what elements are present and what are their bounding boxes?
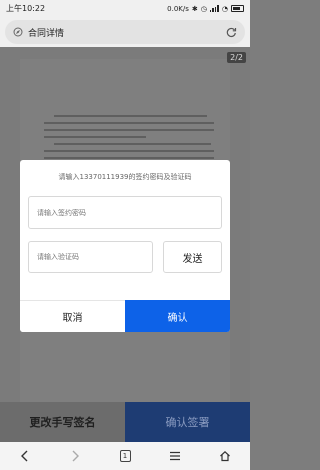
back-arrow-icon (21, 450, 28, 462)
dialog-footer: 取消 确认 (20, 300, 230, 332)
menu-button[interactable] (160, 445, 190, 467)
sign-password-field[interactable]: 请输入签约密码 (28, 196, 222, 229)
compass-icon (13, 27, 23, 37)
confirm-button[interactable]: 确认 (125, 300, 230, 332)
change-signature-button[interactable]: 更改手写签名 (0, 402, 125, 442)
sign-action-bar: 更改手写签名 确认签署 (0, 402, 250, 442)
confirm-sign-button[interactable]: 确认签署 (125, 402, 250, 442)
status-time: 上午10:22 (6, 4, 46, 13)
wifi-icon: ◔ (221, 4, 228, 13)
tab-count: 1 (119, 450, 131, 462)
signal-icon (209, 5, 219, 12)
dialog-prompt: 请输入13370111939的签约密码及验证码 (58, 173, 192, 181)
refresh-icon[interactable] (226, 27, 237, 38)
alarm-icon: ◷ (200, 4, 207, 13)
network-speed: 0.0K/s (167, 4, 189, 13)
cancel-button[interactable]: 取消 (20, 300, 125, 332)
menu-icon (170, 451, 180, 461)
battery-icon (231, 5, 244, 12)
address-bar[interactable]: 合同详情 (5, 20, 245, 44)
home-icon (220, 450, 230, 462)
forward-button[interactable] (60, 445, 90, 467)
send-code-button[interactable]: 发送 (163, 241, 222, 273)
page-title: 合同详情 (28, 28, 65, 39)
status-bar: 上午10:22 0.0K/s ✱ ◷ ◔ (0, 0, 250, 17)
status-icons: 0.0K/s ✱ ◷ ◔ (167, 5, 244, 13)
page-counter: 2/2 (227, 52, 246, 63)
bluetooth-icon: ✱ (191, 4, 198, 13)
forward-arrow-icon (72, 450, 79, 462)
back-button[interactable] (10, 445, 40, 467)
tabs-button[interactable]: 1 (110, 445, 140, 467)
sign-verify-dialog: 请输入13370111939的签约密码及验证码 请输入签约密码 请输入验证码 发… (20, 160, 230, 332)
home-button[interactable] (210, 445, 240, 467)
browser-toolbar: 合同详情 (0, 17, 250, 47)
browser-nav-bar: 1 (0, 442, 250, 470)
sign-password-placeholder: 请输入签约密码 (37, 208, 86, 217)
verification-code-field[interactable]: 请输入验证码 (28, 241, 153, 273)
verification-code-placeholder: 请输入验证码 (37, 253, 79, 261)
